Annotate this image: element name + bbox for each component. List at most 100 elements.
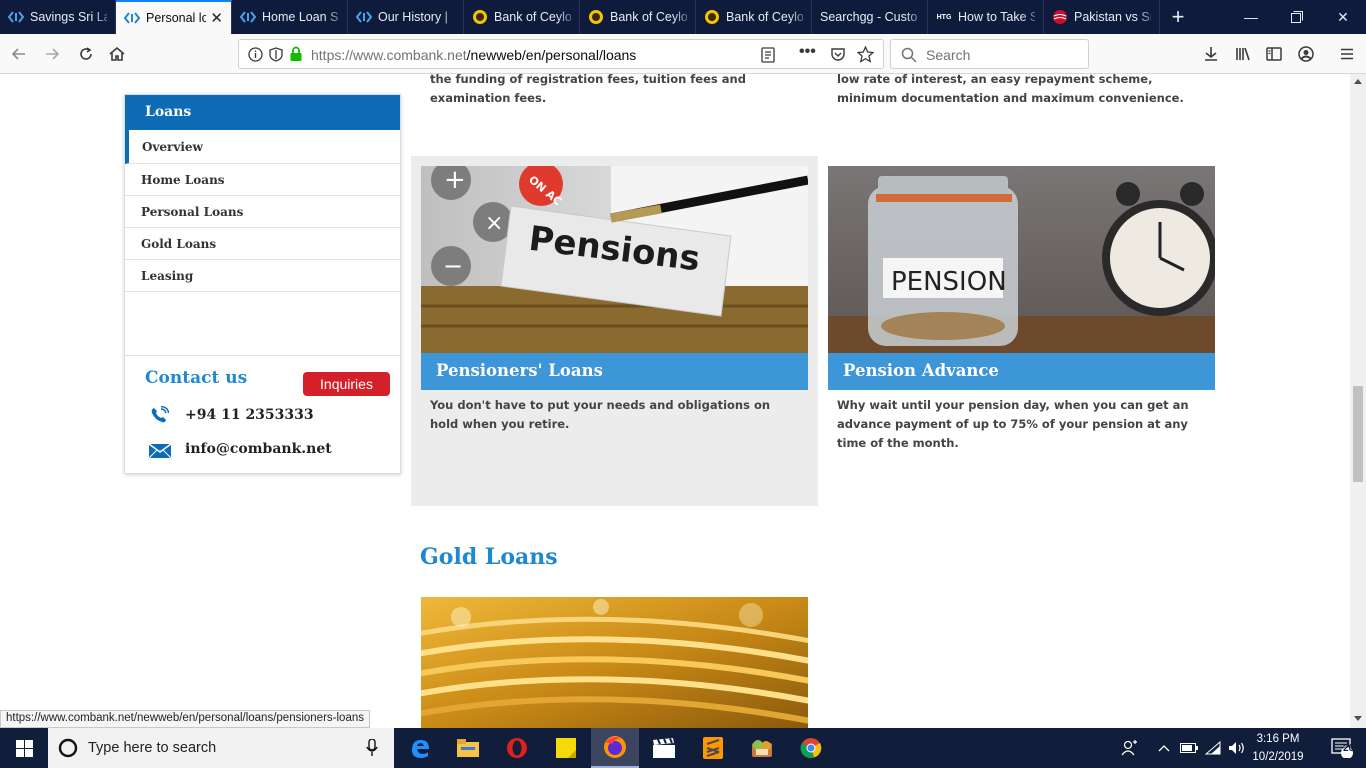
library-icon: [1236, 47, 1250, 61]
bookmark-star-icon: [857, 46, 874, 63]
forward-arrow-icon: [46, 48, 60, 60]
pensioners-loans-image[interactable]: + × − ON AC Pensions: [421, 166, 808, 353]
close-tab-icon[interactable]: ✕: [210, 9, 223, 27]
library-button[interactable]: [1229, 40, 1257, 68]
menu-button[interactable]: [1333, 40, 1361, 68]
forward-button[interactable]: [38, 40, 66, 68]
back-arrow-icon: [11, 48, 25, 60]
pension-advance-description: Why wait until your pension day, when yo…: [837, 398, 1189, 450]
taskbar-search-placeholder: Type here to search: [88, 740, 217, 756]
tray-overflow-button[interactable]: [1154, 728, 1174, 768]
reload-icon: [80, 47, 92, 60]
start-button[interactable]: [0, 728, 48, 768]
volume-button[interactable]: [1226, 728, 1248, 768]
opera-icon: [507, 738, 527, 758]
firefox-app-button[interactable]: [591, 728, 639, 768]
tab-home-loan[interactable]: Home Loan S: [232, 0, 348, 34]
sublime-text-button[interactable]: [689, 728, 737, 768]
home-button[interactable]: [103, 40, 131, 68]
htg-icon: HTG: [936, 13, 952, 21]
game-icon: [752, 740, 772, 757]
sidebar-icon: [1266, 47, 1282, 61]
close-window-button[interactable]: ✕: [1318, 0, 1366, 34]
tab-boc-3[interactable]: Bank of Ceylo: [696, 0, 812, 34]
contact-phone[interactable]: +94 11 2353333: [185, 407, 314, 423]
new-tab-button[interactable]: +: [1160, 0, 1196, 34]
minimize-button[interactable]: —: [1226, 0, 1276, 34]
loans-sidebar: Loans Overview Home Loans Personal Loans…: [124, 94, 401, 474]
tab-boc-2[interactable]: Bank of Ceylo: [580, 0, 696, 34]
people-button[interactable]: [1116, 728, 1142, 768]
video-editor-button[interactable]: [640, 728, 688, 768]
downloads-button[interactable]: [1197, 40, 1225, 68]
tab-boc-1[interactable]: Bank of Ceylo: [464, 0, 580, 34]
sidebar-item-overview[interactable]: Overview: [125, 130, 400, 164]
account-icon: [1298, 46, 1314, 62]
pocket-icon: [831, 48, 845, 61]
gold-loans-image[interactable]: [421, 597, 808, 728]
restore-button[interactable]: [1272, 0, 1322, 34]
account-button[interactable]: [1292, 40, 1320, 68]
chevron-up-icon: [1158, 745, 1170, 752]
scroll-down-arrow-icon: [1354, 716, 1362, 721]
file-explorer-button[interactable]: [444, 728, 492, 768]
restore-icon: [1291, 11, 1303, 23]
sublime-icon: [703, 737, 723, 759]
back-button[interactable]: [5, 40, 33, 68]
tab-our-history[interactable]: Our History |: [348, 0, 464, 34]
tab-searchgg[interactable]: Searchgg - Custo: [812, 0, 928, 34]
url-text: https://www.combank.net/newweb/en/person…: [311, 47, 637, 63]
inquiries-button[interactable]: Inquiries: [303, 372, 390, 396]
combank-icon: [240, 9, 256, 25]
page-scrollbar[interactable]: [1350, 74, 1366, 728]
contact-email[interactable]: info@combank.net: [185, 441, 332, 457]
pension-advance-image[interactable]: PENSION: [828, 166, 1215, 353]
tab-savings[interactable]: Savings Sri La: [0, 0, 116, 34]
search-icon: [901, 47, 917, 63]
loan-benefits-description: low rate of interest, an easy repayment …: [837, 74, 1184, 105]
sticky-notes-button[interactable]: [542, 728, 590, 768]
battery-button[interactable]: [1178, 728, 1200, 768]
chrome-app-button[interactable]: [787, 728, 835, 768]
lock-icon: [290, 46, 302, 61]
folder-icon: [457, 739, 479, 757]
page-actions-icon[interactable]: •••: [799, 43, 816, 61]
combank-icon: [356, 9, 372, 25]
contact-section: Contact us Inquiries +94 11 2353333 info…: [125, 355, 400, 475]
info-icon: [248, 47, 263, 62]
navigation-toolbar: https://www.combank.net/newweb/en/person…: [0, 34, 1366, 74]
tab-how-to[interactable]: HTG How to Take S: [928, 0, 1044, 34]
sidebar-item-leasing[interactable]: Leasing: [125, 260, 400, 292]
tab-personal-loans[interactable]: Personal lo ✕: [116, 0, 232, 34]
wifi-button[interactable]: [1202, 728, 1224, 768]
pensioners-loans-description: You don't have to put your needs and obl…: [430, 398, 771, 431]
sidebar-item-gold-loans[interactable]: Gold Loans: [125, 228, 400, 260]
edge-app-button[interactable]: [396, 728, 444, 768]
boc-icon: [472, 9, 488, 25]
clapperboard-icon: [653, 738, 675, 758]
contact-title: Contact us: [145, 368, 248, 388]
sidebar-item-home-loans[interactable]: Home Loans: [125, 164, 400, 196]
clock-date: 10/2/2019: [1252, 751, 1304, 763]
taskbar-search-box[interactable]: Type here to search: [48, 728, 394, 768]
opera-app-button[interactable]: [493, 728, 541, 768]
sidebar-toggle-button[interactable]: [1260, 40, 1288, 68]
cortana-icon: [58, 738, 78, 758]
reload-button[interactable]: [72, 40, 100, 68]
pension-advance-title[interactable]: Pension Advance: [828, 353, 1215, 390]
notification-count: 20: [1343, 743, 1355, 754]
scroll-thumb[interactable]: [1353, 386, 1363, 482]
home-icon: [109, 46, 125, 61]
tracking-shield-icon: [269, 47, 283, 62]
email-icon: [149, 443, 171, 459]
reader-view-icon: [761, 47, 775, 63]
tab-pakistan[interactable]: Pakistan vs Sr: [1044, 0, 1160, 34]
pensioners-loans-title[interactable]: Pensioners' Loans: [421, 353, 808, 390]
taskbar-clock[interactable]: 3:16 PM 10/2/2019: [1248, 730, 1308, 766]
action-center-button[interactable]: 20: [1318, 728, 1366, 768]
game-app-button[interactable]: [738, 728, 786, 768]
search-bar[interactable]: Search: [890, 39, 1089, 69]
link-status-url: https://www.combank.net/newweb/en/person…: [0, 710, 370, 728]
sidebar-item-personal-loans[interactable]: Personal Loans: [125, 196, 400, 228]
url-bar[interactable]: https://www.combank.net/newweb/en/person…: [238, 39, 884, 69]
